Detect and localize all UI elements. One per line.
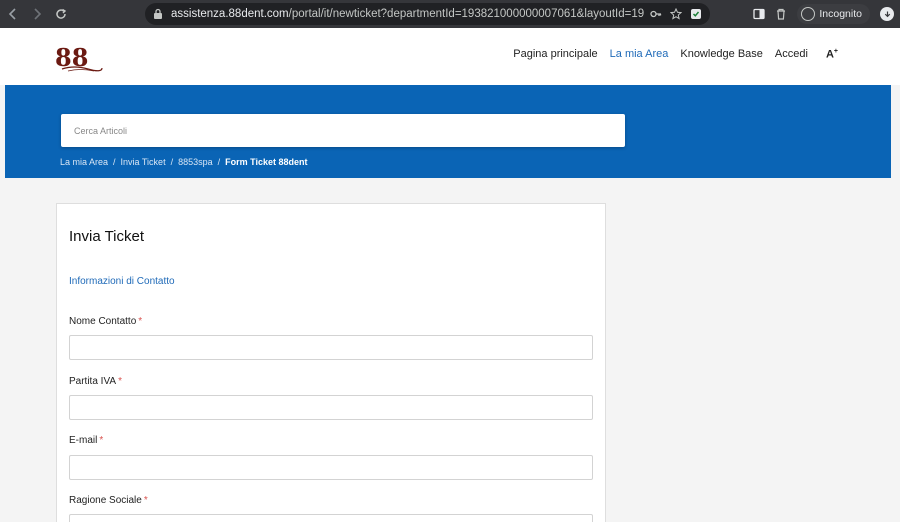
address-bar[interactable]: assistenza.88dent.com/portal/it/newticke…	[145, 3, 710, 25]
back-icon[interactable]	[4, 5, 22, 23]
breadcrumb-my-area[interactable]: La mia Area	[60, 157, 108, 167]
breadcrumb-separator: /	[113, 157, 116, 167]
search-box[interactable]	[61, 114, 625, 147]
breadcrumb-separator: /	[217, 157, 221, 167]
profile-icon[interactable]	[880, 7, 894, 21]
contact-section-title: Informazioni di Contatto	[69, 276, 175, 287]
delete-icon[interactable]	[775, 8, 787, 20]
nav-home[interactable]: Pagina principale	[513, 48, 597, 60]
reload-icon[interactable]	[52, 5, 70, 23]
star-icon[interactable]	[670, 8, 682, 20]
search-input[interactable]	[74, 125, 625, 136]
email-label: E-mail *	[69, 435, 104, 446]
contact-name-input[interactable]	[69, 335, 593, 360]
breadcrumb: La mia Area / Invia Ticket / 8853spa / F…	[60, 157, 308, 167]
nav-knowledge-base[interactable]: Knowledge Base	[680, 48, 763, 60]
breadcrumb-current: Form Ticket 88dent	[225, 157, 308, 167]
sidebar-icon[interactable]	[753, 8, 766, 20]
contact-name-label: Nome Contatto *	[69, 316, 143, 327]
incognito-icon	[801, 7, 816, 21]
brand-logo[interactable]: 88	[54, 44, 108, 74]
top-navigation: Pagina principale La mia Area Knowledge …	[513, 48, 838, 61]
hero-banner: La mia Area / Invia Ticket / 8853spa / F…	[5, 85, 891, 178]
vat-number-input[interactable]	[69, 395, 593, 420]
breadcrumb-separator: /	[170, 157, 174, 167]
breadcrumb-submit-ticket[interactable]: Invia Ticket	[121, 157, 166, 167]
url-text: assistenza.88dent.com/portal/it/newticke…	[171, 8, 644, 20]
company-name-label: Ragione Sociale *	[69, 495, 148, 506]
form-title: Invia Ticket	[69, 228, 145, 245]
email-input[interactable]	[69, 455, 593, 480]
site-header: 88 Pagina principale La mia Area Knowled…	[0, 28, 900, 85]
nav-my-area[interactable]: La mia Area	[610, 48, 669, 60]
vat-number-label: Partita IVA *	[69, 376, 122, 387]
accessibility-icon[interactable]: A+	[826, 48, 838, 61]
forward-icon[interactable]	[28, 5, 46, 23]
incognito-label: Incognito	[819, 8, 862, 20]
company-name-input[interactable]	[69, 514, 593, 522]
extension-icon[interactable]	[690, 8, 702, 20]
lock-icon[interactable]	[153, 8, 163, 20]
breadcrumb-department[interactable]: 8853spa	[178, 157, 213, 167]
browser-toolbar: assistenza.88dent.com/portal/it/newticke…	[0, 0, 900, 28]
nav-login[interactable]: Accedi	[775, 48, 808, 60]
ticket-form-card: Invia Ticket Informazioni di Contatto No…	[56, 203, 606, 522]
incognito-badge[interactable]: Incognito	[797, 4, 870, 24]
key-icon[interactable]	[650, 8, 662, 20]
